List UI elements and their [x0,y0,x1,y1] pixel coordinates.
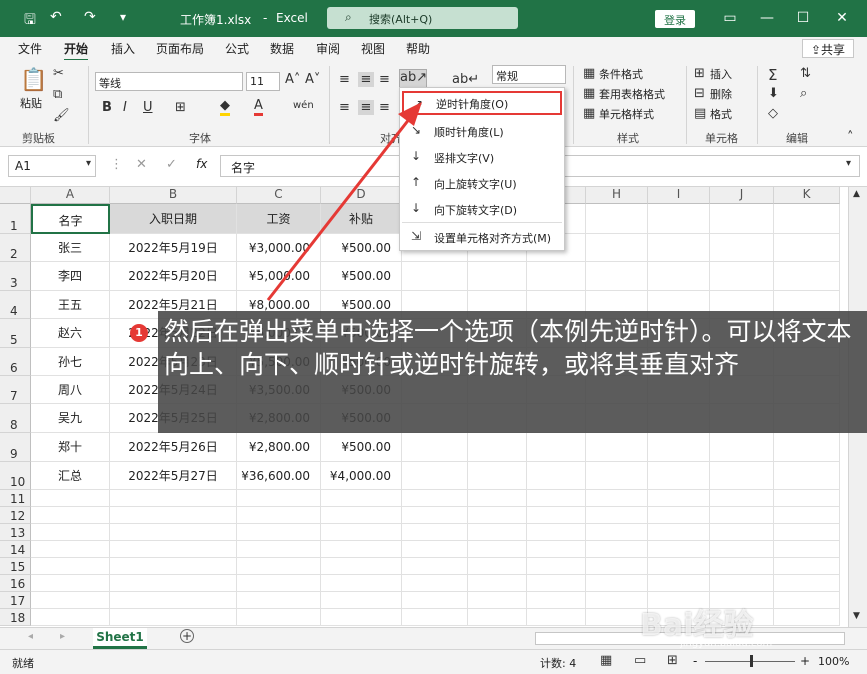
step-badge: 1 [130,324,148,342]
watermark-url: jingyan.baidu.com [680,638,773,649]
caption-overlay: 然后在弹出菜单中选择一个选项（本例先逆时针）。可以将文本向上、向下、顺时针或逆时… [158,311,867,433]
